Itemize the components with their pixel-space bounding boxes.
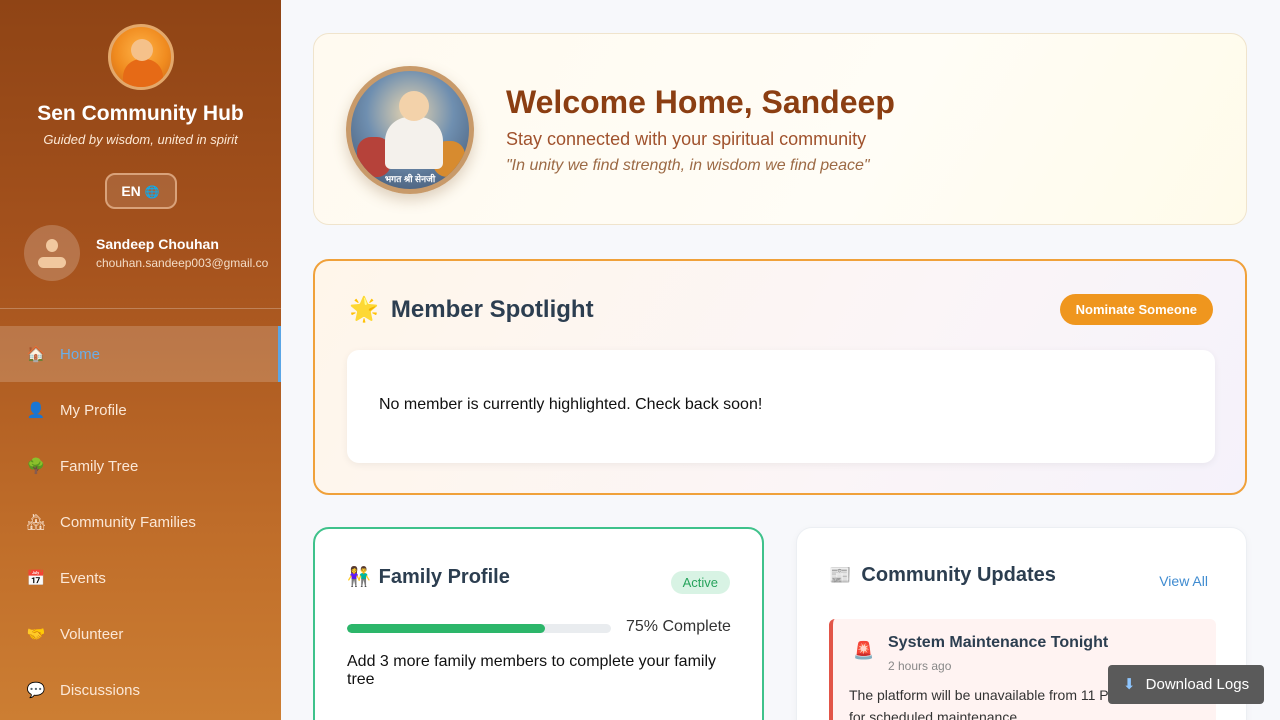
sidebar-item-label: Family Tree: [60, 457, 139, 475]
member-spotlight-card: 🌟 Member Spotlight Nominate Someone No m…: [313, 259, 1247, 495]
language-toggle-button[interactable]: EN 🌐: [104, 173, 177, 209]
user-email: chouhan.sandeep003@gmail.co: [96, 256, 269, 270]
welcome-card: भगत श्री सेनजी Welcome Home, Sandeep Sta…: [313, 33, 1247, 225]
welcome-title: Welcome Home, Sandeep: [506, 84, 895, 120]
sidebar-item-label: My Profile: [60, 401, 127, 419]
spotlight-empty-message: No member is currently highlighted. Chec…: [347, 350, 1215, 463]
chat-icon: 💬: [26, 682, 46, 699]
sidebar-nav: 🏠 Home 👤 My Profile 🌳 Family Tree 🏘 Comm…: [0, 326, 281, 718]
alarm-icon: 🚨: [853, 641, 875, 660]
progress-fill: [347, 624, 545, 633]
globe-icon: 🌐: [144, 185, 160, 199]
houses-icon: 🏘: [26, 514, 46, 531]
sidebar-item-events[interactable]: 📅 Events: [0, 550, 281, 606]
update-time: 2 hours ago: [888, 659, 952, 673]
family-profile-title: Family Profile: [378, 565, 510, 588]
community-updates-title: Community Updates: [861, 564, 1056, 586]
brand: Sen Community Hub Guided by wisdom, unit…: [0, 0, 281, 209]
home-icon: 🏠: [26, 346, 46, 363]
logo: [107, 24, 174, 90]
download-icon: ⬇: [1122, 676, 1136, 693]
family-profile-card: 👫 Family Profile Active 75% Complete Add…: [313, 527, 764, 720]
sidebar-item-family-tree[interactable]: 🌳 Family Tree: [0, 438, 281, 494]
update-title: System Maintenance Tonight: [888, 634, 1109, 651]
download-logs-button[interactable]: ⬇ Download Logs: [1108, 665, 1264, 704]
profile-progress-bar: [347, 624, 611, 633]
sidebar-item-home[interactable]: 🏠 Home: [0, 326, 281, 382]
spotlight-title: Member Spotlight: [390, 295, 594, 323]
tree-icon: 🌳: [26, 458, 46, 475]
nominate-someone-button[interactable]: Nominate Someone: [1059, 294, 1213, 325]
family-icon: 👫: [347, 567, 371, 588]
download-logs-label: Download Logs: [1145, 676, 1250, 693]
sidebar-item-label: Community Families: [60, 513, 196, 531]
app-tagline: Guided by wisdom, united in spirit: [43, 132, 238, 147]
star-icon: 🌟: [349, 296, 379, 323]
app-title: Sen Community Hub: [37, 102, 244, 125]
sidebar: Sen Community Hub Guided by wisdom, unit…: [0, 0, 281, 720]
sidebar-item-discussions[interactable]: 💬 Discussions: [0, 662, 281, 718]
welcome-subtitle: Stay connected with your spiritual commu…: [506, 129, 867, 149]
family-profile-note: Add 3 more family members to complete yo…: [347, 653, 717, 688]
progress-label: 75% Complete: [626, 618, 731, 635]
sidebar-item-label: Home: [60, 345, 101, 363]
sidebar-item-label: Discussions: [60, 681, 141, 699]
welcome-quote: "In unity we find strength, in wisdom we…: [506, 157, 870, 174]
user-icon: 👤: [26, 402, 46, 419]
user-card[interactable]: Sandeep Chouhan chouhan.sandeep003@gmail…: [0, 225, 281, 281]
handshake-icon: 🤝: [26, 626, 46, 643]
sidebar-item-volunteer[interactable]: 🤝 Volunteer: [0, 606, 281, 662]
newspaper-icon: 📰: [829, 565, 852, 585]
sidebar-divider: [0, 308, 281, 309]
sidebar-item-community-families[interactable]: 🏘 Community Families: [0, 494, 281, 550]
sidebar-item-label: Volunteer: [60, 625, 124, 643]
language-label: EN: [121, 183, 141, 199]
welcome-image: भगत श्री सेनजी: [346, 66, 474, 194]
calendar-icon: 📅: [26, 570, 46, 587]
user-name: Sandeep Chouhan: [96, 236, 219, 252]
sidebar-item-label: Events: [60, 569, 106, 587]
image-caption: भगत श्री सेनजी: [384, 174, 436, 184]
view-all-link[interactable]: View All: [1159, 573, 1208, 589]
avatar: [24, 225, 80, 281]
sidebar-item-my-profile[interactable]: 👤 My Profile: [0, 382, 281, 438]
status-badge: Active: [670, 571, 730, 594]
